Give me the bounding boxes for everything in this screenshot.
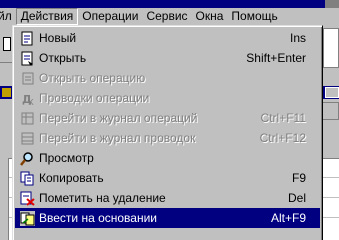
menu-help[interactable]: Помощь	[227, 8, 281, 25]
menu-item-label: Открыть	[39, 51, 87, 65]
menu-file[interactable]: йл	[0, 8, 16, 25]
menu-item-mark-delete[interactable]: Пометить на удаление Del	[15, 188, 320, 208]
mark-delete-icon	[19, 190, 36, 207]
entries-journal-icon	[19, 130, 36, 147]
menu-actions[interactable]: Действия	[15, 8, 79, 25]
menu-item-shortcut: Shift+Enter	[246, 51, 306, 65]
menu-item-view[interactable]: Просмотр	[15, 148, 320, 168]
menu-item-label: Пометить на удаление	[39, 191, 166, 205]
menu-item-open[interactable]: Открыть Shift+Enter	[15, 48, 320, 68]
actions-dropdown-menu: Новый Ins Открыть Shift+Enter Открыть оп…	[12, 25, 323, 240]
menu-item-label: Проводки операции	[39, 91, 150, 105]
new-document-icon	[19, 30, 36, 47]
open-document-icon	[19, 50, 36, 67]
menu-item-shortcut: Ctrl+F11	[260, 111, 306, 125]
menu-service[interactable]: Сервис	[142, 8, 191, 25]
menu-item-shortcut: Del	[287, 191, 306, 205]
operation-entries-icon: Д К	[19, 90, 36, 107]
toolbar-icon[interactable]	[3, 37, 11, 51]
window-title-bar	[0, 0, 339, 8]
title-bar-controls[interactable]	[325, 0, 339, 8]
copy-icon	[19, 170, 36, 187]
toolbar-button[interactable]	[321, 102, 339, 120]
magnifier-icon	[19, 150, 36, 167]
menu-item-label: Ввести на основании	[39, 211, 158, 225]
open-operation-icon	[19, 70, 36, 87]
menu-item-go-operations-journal[interactable]: Перейти в журнал операций Ctrl+F11	[15, 108, 320, 128]
child-window-control[interactable]	[325, 87, 339, 98]
enter-based-on-icon	[19, 210, 36, 227]
menu-windows[interactable]: Окна	[192, 8, 228, 25]
menu-item-copy[interactable]: Копировать F9	[15, 168, 320, 188]
operations-journal-icon	[19, 110, 36, 127]
menu-item-shortcut: Ins	[289, 31, 306, 45]
menu-operations[interactable]: Операции	[78, 8, 142, 25]
menu-item-label: Новый	[39, 31, 77, 45]
menu-item-shortcut: F9	[291, 171, 306, 185]
menu-item-label: Просмотр	[39, 151, 94, 165]
menu-item-operation-entries[interactable]: Д К Проводки операции	[15, 88, 320, 108]
menu-item-enter-based-on[interactable]: Ввести на основании Alt+F9	[15, 208, 320, 228]
menu-item-new[interactable]: Новый Ins	[15, 28, 320, 48]
menu-item-label: Открыть операцию	[39, 71, 146, 85]
menu-item-shortcut: Alt+F9	[270, 211, 306, 225]
menu-item-open-operation[interactable]: Открыть операцию	[15, 68, 320, 88]
menu-item-label: Перейти в журнал проводок	[39, 131, 196, 145]
svg-text:К: К	[28, 98, 34, 106]
menu-item-shortcut: Ctrl+F12	[259, 131, 306, 145]
menu-item-label: Копировать	[39, 171, 104, 185]
background-field[interactable]	[323, 28, 339, 68]
child-window-icon	[2, 88, 11, 97]
menu-item-go-entries-journal[interactable]: Перейти в журнал проводок Ctrl+F12	[15, 128, 320, 148]
menu-item-label: Перейти в журнал операций	[39, 111, 198, 125]
menu-bar: йл Действия Операции Сервис Окна Помощь	[0, 8, 339, 25]
